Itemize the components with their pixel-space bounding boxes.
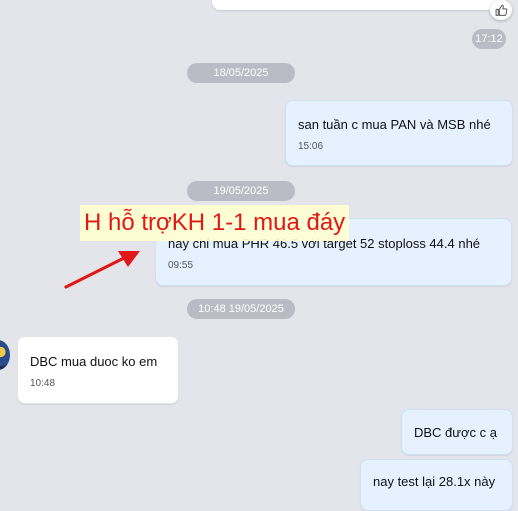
message-text: DBC được c ạ [414, 425, 497, 440]
message-time-badge: 17:12 [472, 29, 506, 49]
annotation-label: H hỗ trợKH 1-1 mua đáy [80, 205, 350, 241]
message-time: 09:55 [168, 260, 194, 271]
message-time: 10:48 [30, 378, 56, 389]
message-text: san tuần c mua PAN và MSB nhé [298, 117, 491, 132]
date-separator: 10:48 19/05/2025 [187, 299, 295, 319]
avatar[interactable] [0, 340, 10, 370]
message-text: DBC mua duoc ko em [30, 354, 158, 369]
date-separator: 18/05/2025 [187, 63, 295, 83]
message-bubble-sent[interactable]: DBC được c ạ [401, 409, 513, 455]
message-bubble-received[interactable]: DBC mua duoc ko em 10:48 [17, 336, 179, 404]
like-button[interactable] [490, 0, 512, 20]
message-bubble-sent[interactable]: san tuần c mua PAN và MSB nhé 15:06 [285, 100, 513, 166]
message-bubble-sent[interactable]: nay test lại 28.1x này [360, 459, 513, 511]
message-text: nay test lại 28.1x này [373, 474, 496, 489]
previous-message-bubble [212, 0, 506, 10]
thumbs-up-icon [495, 4, 507, 16]
date-separator: 19/05/2025 [187, 181, 295, 201]
message-time: 15:06 [298, 141, 324, 152]
annotation-arrow-icon [64, 251, 140, 289]
